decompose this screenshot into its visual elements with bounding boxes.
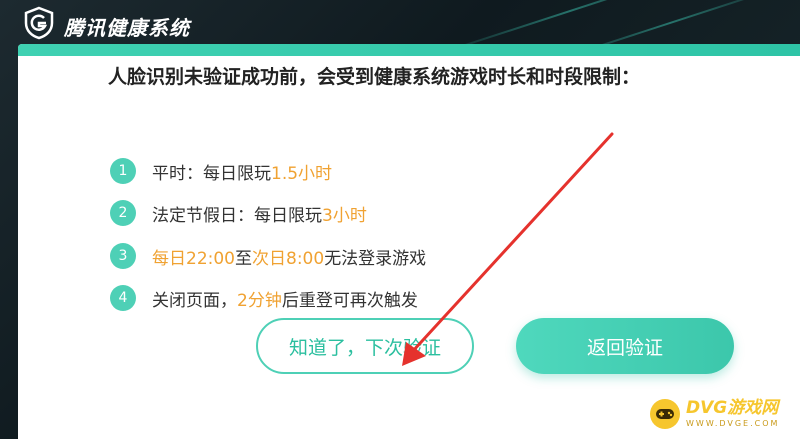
rule-highlight: 3小时 — [322, 205, 367, 226]
rule-text: 平时：每日限玩 — [152, 163, 271, 184]
rule-text: 关闭页面， — [152, 290, 237, 311]
notice-heading: 人脸识别未验证成功前，会受到健康系统游戏时长和时段限制： — [108, 66, 641, 88]
rule-number-badge: 3 — [110, 243, 136, 269]
app-title: 腾讯健康系统 — [64, 16, 190, 40]
rule-number-badge: 1 — [110, 158, 136, 184]
rule-item-3: 3 每日22:00 至 次日8:00 无法登录游戏 — [110, 242, 426, 270]
rule-number-badge: 2 — [110, 200, 136, 226]
rule-number-badge: 4 — [110, 285, 136, 311]
rule-item-2: 2 法定节假日：每日限玩 3小时 — [110, 199, 367, 227]
watermark-title: DVG游戏网 — [686, 398, 779, 418]
back-to-verify-button[interactable]: 返回验证 — [516, 318, 734, 374]
rule-item-4: 4 关闭页面， 2分钟 后重登可再次触发 — [110, 284, 418, 312]
dialog-accent-bar — [18, 44, 800, 56]
rule-text: 后重登可再次触发 — [281, 290, 418, 311]
tencent-health-logo-icon — [24, 6, 54, 40]
rule-highlight: 次日8:00 — [252, 248, 325, 269]
watermark: DVG游戏网 WWW.DVGE.COM — [650, 394, 798, 434]
screen: 腾讯健康系统 人脸识别未验证成功前，会受到健康系统游戏时长和时段限制： 1 平时… — [0, 0, 800, 439]
rule-text: 至 — [235, 248, 252, 269]
rule-highlight: 1.5小时 — [271, 163, 333, 184]
rule-highlight: 每日22:00 — [152, 248, 235, 269]
rule-highlight: 2分钟 — [237, 290, 282, 311]
verify-later-button[interactable]: 知道了，下次验证 — [256, 318, 474, 374]
rule-text: 无法登录游戏 — [324, 248, 427, 269]
gamepad-icon — [650, 399, 680, 429]
rule-text: 法定节假日：每日限玩 — [152, 205, 322, 226]
watermark-url: WWW.DVGE.COM — [686, 419, 780, 428]
rule-item-1: 1 平时：每日限玩 1.5小时 — [110, 157, 332, 185]
